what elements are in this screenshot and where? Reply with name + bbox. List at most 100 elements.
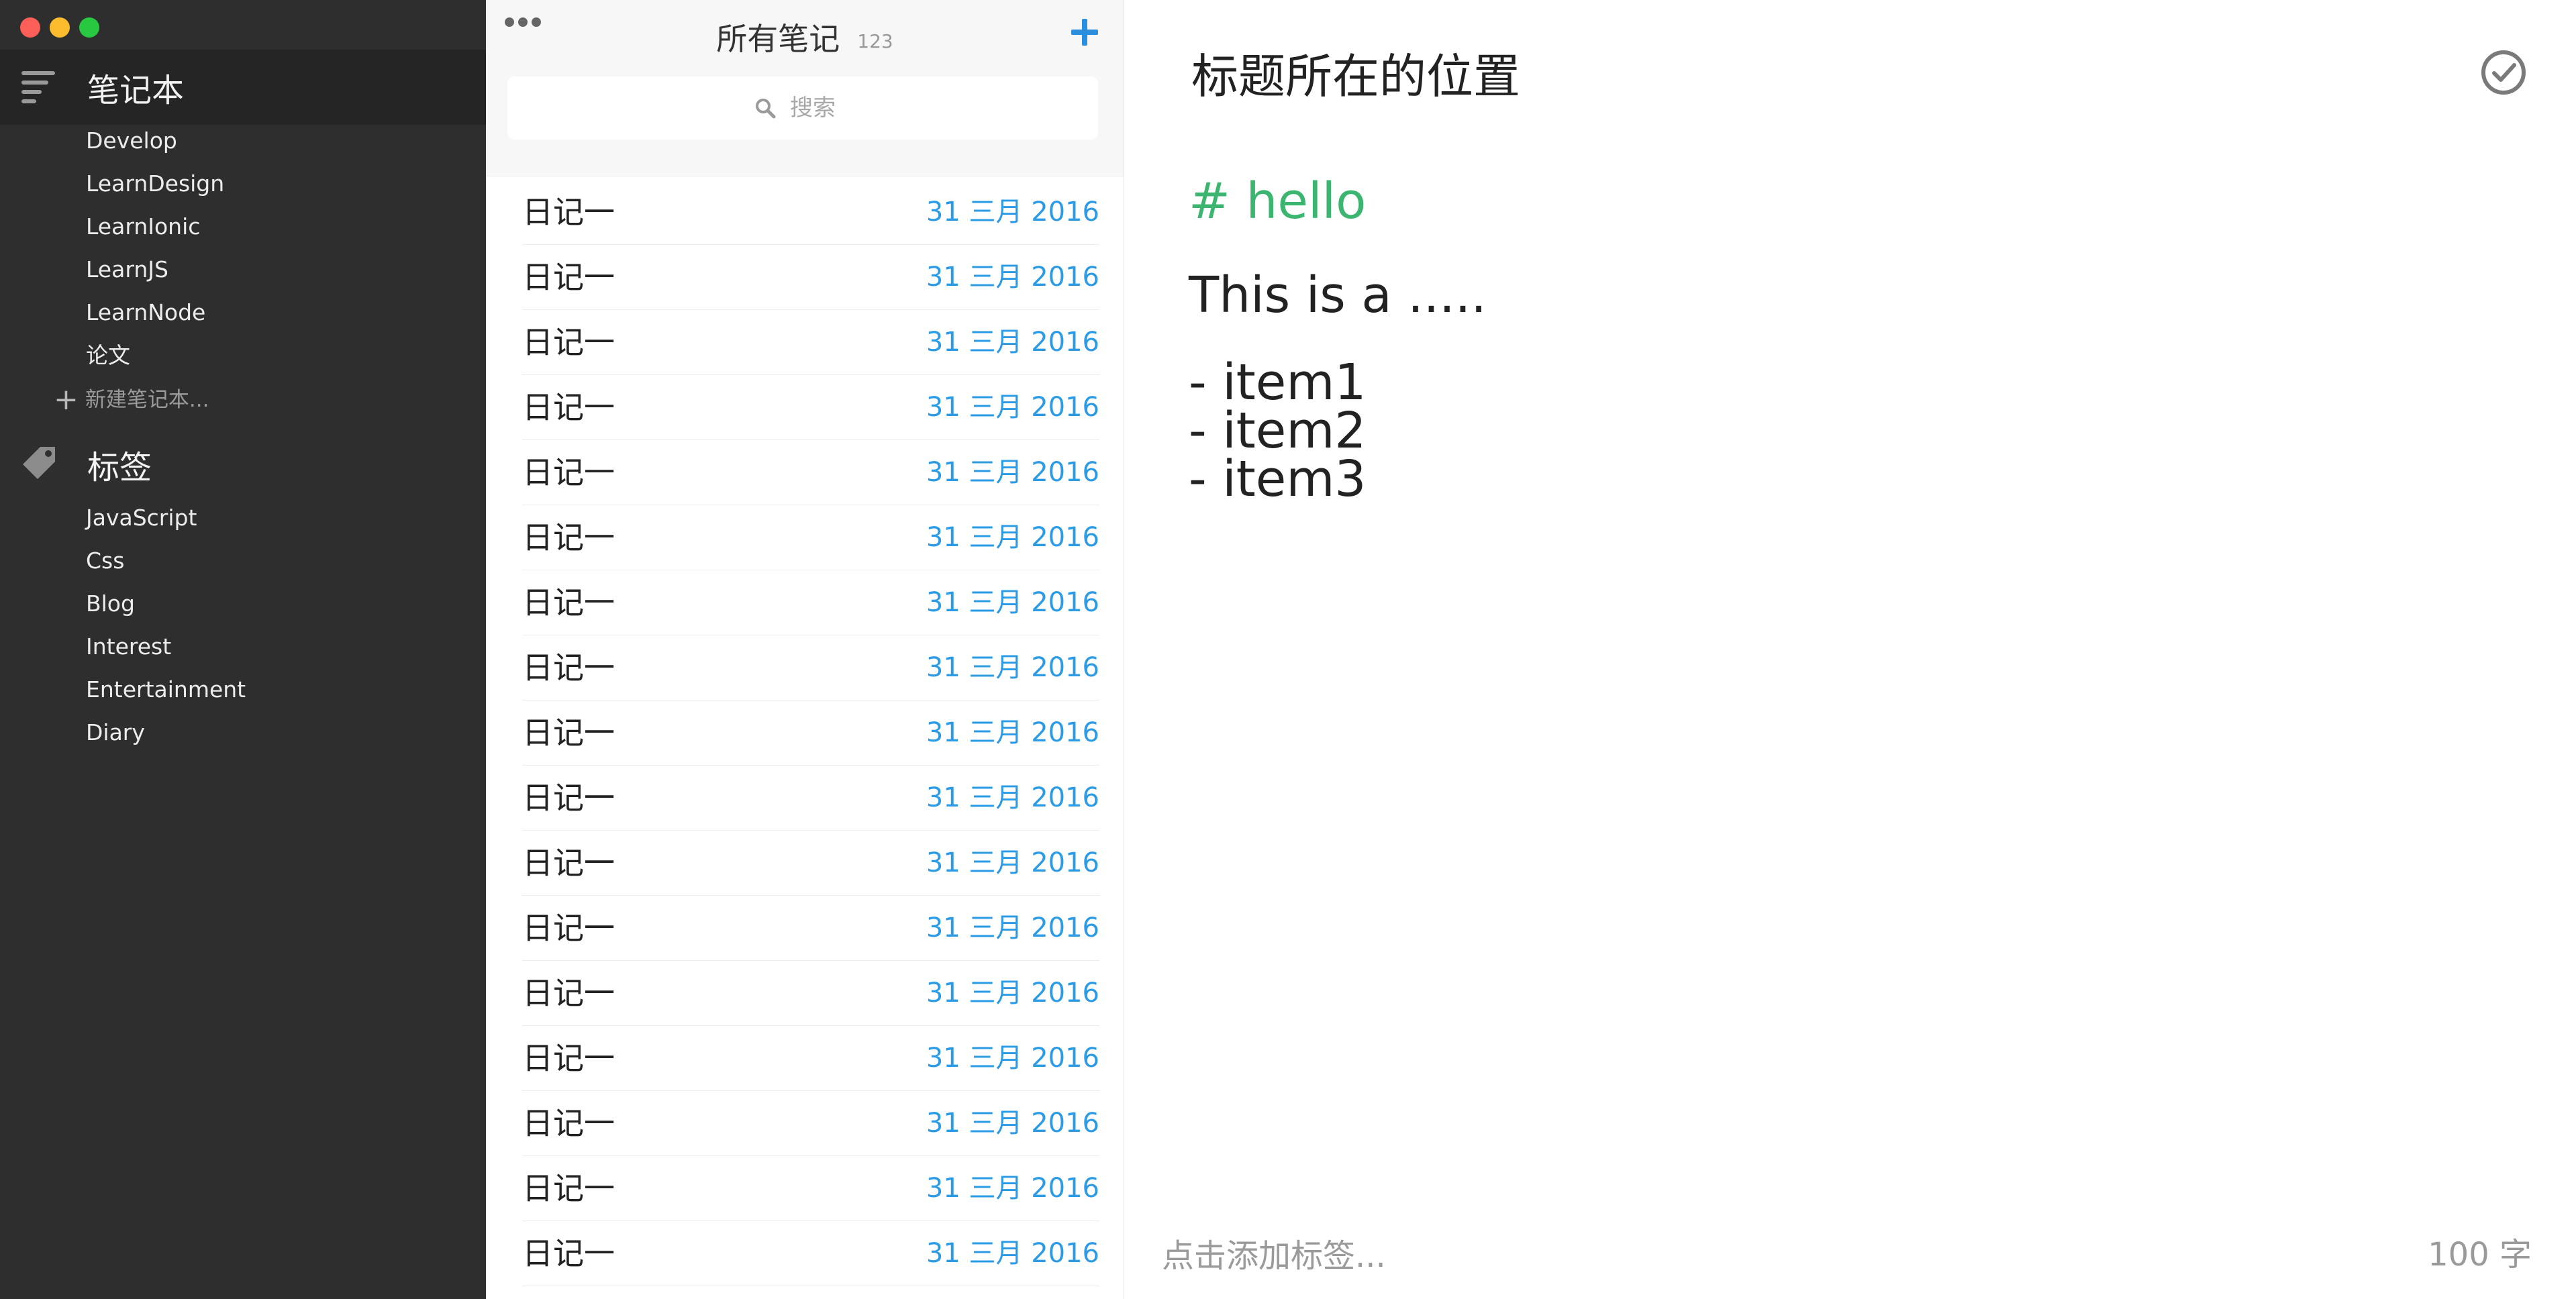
notebook-item[interactable]: LearnNode xyxy=(0,291,486,334)
note-title-field[interactable]: 标题所在的位置 xyxy=(1191,39,1520,107)
note-list-item[interactable]: 日记一 31 三月 2016 xyxy=(522,245,1099,310)
note-list-title: 所有笔记 xyxy=(716,21,840,57)
notebook-item[interactable]: 论文 xyxy=(0,334,486,377)
note-title: 日记一 xyxy=(522,845,615,881)
note-date: 31 三月 2016 xyxy=(926,847,1099,878)
tag-icon xyxy=(20,444,58,484)
note-date: 31 三月 2016 xyxy=(926,652,1099,683)
note-list-item[interactable]: 日记一 31 三月 2016 xyxy=(522,1221,1099,1286)
notebook-item[interactable]: LearnDesign xyxy=(0,162,486,205)
markdown-list-item: - item1 xyxy=(1189,354,1367,411)
note-list-item[interactable]: 日记一 31 三月 2016 xyxy=(522,1091,1099,1156)
tag-item[interactable]: Blog xyxy=(0,582,486,625)
note-count-badge: 123 xyxy=(857,30,893,52)
note-title: 日记一 xyxy=(522,715,615,751)
search-input[interactable] xyxy=(789,94,852,122)
close-window-button[interactable] xyxy=(20,17,40,38)
check-circle-icon[interactable] xyxy=(2479,48,2528,99)
tags-title: 标签 xyxy=(87,449,152,486)
editor-panel: 标题所在的位置 # hello This is a ..... - item1 … xyxy=(1124,0,2576,1299)
note-date: 31 三月 2016 xyxy=(926,262,1099,293)
tag-item[interactable]: JavaScript xyxy=(0,497,486,539)
note-list-item[interactable]: 日记一 31 三月 2016 xyxy=(522,1026,1099,1091)
tag-item[interactable]: Diary xyxy=(0,711,486,754)
note-title: 日记一 xyxy=(522,650,615,686)
note-date: 31 三月 2016 xyxy=(926,197,1099,227)
plus-icon: + xyxy=(54,382,79,417)
note-date: 31 三月 2016 xyxy=(926,1043,1099,1074)
markdown-list-item: - item2 xyxy=(1189,402,1367,460)
note-title: 日记一 xyxy=(522,1170,615,1206)
sidebar: 笔记本 Develop LearnDesign LearnIonic Learn… xyxy=(0,0,486,1299)
add-tag-input[interactable]: 点击添加标签... xyxy=(1162,1229,1386,1276)
word-count: 100 字 xyxy=(2428,1236,2532,1274)
note-list-title-wrap: 所有笔记 123 xyxy=(486,15,1124,59)
zoom-window-button[interactable] xyxy=(79,17,99,38)
note-title: 日记一 xyxy=(522,389,615,425)
tag-item[interactable]: Interest xyxy=(0,625,486,668)
note-list-item[interactable]: 日记一 31 三月 2016 xyxy=(522,1156,1099,1221)
note-list-item[interactable]: 日记一 31 三月 2016 xyxy=(522,831,1099,896)
note-date: 31 三月 2016 xyxy=(926,717,1099,748)
markdown-paragraph: This is a ..... xyxy=(1189,266,1487,324)
note-list-item[interactable]: 日记一 31 三月 2016 xyxy=(522,505,1099,570)
note-title: 日记一 xyxy=(522,1040,615,1076)
note-list-item[interactable]: 日记一 31 三月 2016 xyxy=(522,375,1099,440)
note-date: 31 三月 2016 xyxy=(926,978,1099,1008)
notebooks-section-header[interactable]: 笔记本 xyxy=(0,50,486,125)
markdown-list: - item1 - item2 - item3 xyxy=(1189,354,1487,508)
note-title: 日记一 xyxy=(522,975,615,1011)
note-list-header: 所有笔记 123 xyxy=(486,0,1124,176)
note-title: 日记一 xyxy=(522,519,615,556)
note-list-item[interactable]: 日记一 31 三月 2016 xyxy=(522,440,1099,505)
note-date: 31 三月 2016 xyxy=(926,782,1099,813)
note-title: 日记一 xyxy=(522,324,615,360)
notebook-list: Develop LearnDesign LearnIonic LearnJS L… xyxy=(0,119,486,377)
note-title: 日记一 xyxy=(522,259,615,295)
menu-lines-icon xyxy=(20,68,58,106)
tags-section-header[interactable]: 标签 xyxy=(0,427,486,502)
note-date: 31 三月 2016 xyxy=(926,587,1099,618)
note-list-item[interactable]: 日记一 31 三月 2016 xyxy=(522,180,1099,245)
note-title: 日记一 xyxy=(522,584,615,621)
note-title: 日记一 xyxy=(522,910,615,946)
note-title: 日记一 xyxy=(522,780,615,816)
new-notebook-label: 新建笔记本... xyxy=(85,388,209,412)
markdown-heading: # hello xyxy=(1189,172,1367,230)
notebooks-title: 笔记本 xyxy=(87,72,185,109)
note-date: 31 三月 2016 xyxy=(926,1173,1099,1204)
tag-item[interactable]: Entertainment xyxy=(0,668,486,711)
notebook-item[interactable]: LearnIonic xyxy=(0,205,486,248)
search-box[interactable] xyxy=(507,76,1098,140)
note-date: 31 三月 2016 xyxy=(926,457,1099,488)
markdown-list-item: - item3 xyxy=(1189,450,1367,508)
note-date: 31 三月 2016 xyxy=(926,1108,1099,1139)
add-note-button[interactable] xyxy=(1064,12,1105,52)
note-title: 日记一 xyxy=(522,1235,615,1271)
notes-list: 日记一 31 三月 2016 日记一 31 三月 2016 日记一 31 三月 201… xyxy=(486,180,1124,1286)
window-controls xyxy=(20,17,99,38)
search-icon xyxy=(754,97,777,119)
note-list-item[interactable]: 日记一 31 三月 2016 xyxy=(522,961,1099,1026)
note-list-item[interactable]: 日记一 31 三月 2016 xyxy=(522,896,1099,961)
note-date: 31 三月 2016 xyxy=(926,1238,1099,1269)
new-notebook-button[interactable]: + 新建笔记本... xyxy=(54,378,209,421)
tag-item[interactable]: Css xyxy=(0,539,486,582)
tag-list: JavaScript Css Blog Interest Entertainme… xyxy=(0,497,486,754)
note-list-item[interactable]: 日记一 31 三月 2016 xyxy=(522,310,1099,375)
note-list-item[interactable]: 日记一 31 三月 2016 xyxy=(522,570,1099,635)
note-date: 31 三月 2016 xyxy=(926,913,1099,943)
note-list-item[interactable]: 日记一 31 三月 2016 xyxy=(522,766,1099,831)
notebook-item[interactable]: LearnJS xyxy=(0,248,486,291)
note-list-panel: 所有笔记 123 日记一 31 三月 2016 日记一 31 三月 2016 日记一 3… xyxy=(486,0,1124,1299)
notebook-item[interactable]: Develop xyxy=(0,119,486,162)
minimize-window-button[interactable] xyxy=(50,17,70,38)
note-title: 日记一 xyxy=(522,454,615,490)
note-list-item[interactable]: 日记一 31 三月 2016 xyxy=(522,700,1099,766)
note-body[interactable]: # hello This is a ..... - item1 - item2 … xyxy=(1189,168,1487,508)
note-title: 日记一 xyxy=(522,194,615,230)
note-date: 31 三月 2016 xyxy=(926,522,1099,553)
note-list-item[interactable]: 日记一 31 三月 2016 xyxy=(522,635,1099,700)
plus-icon xyxy=(1071,19,1098,46)
note-title: 日记一 xyxy=(522,1105,615,1141)
